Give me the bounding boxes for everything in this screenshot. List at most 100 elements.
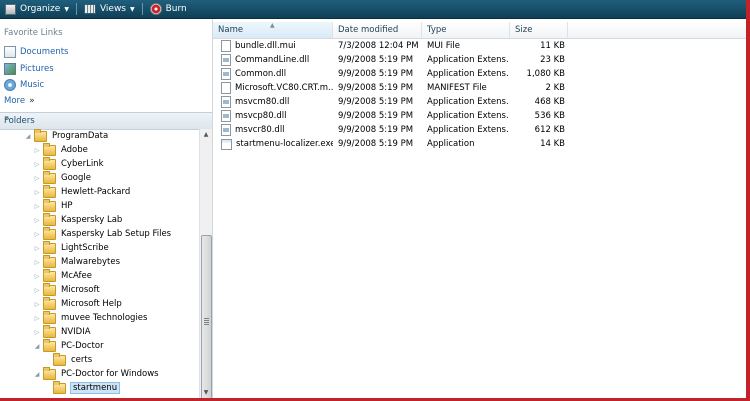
folder-icon — [43, 226, 56, 240]
column-header-date[interactable]: Date modified — [333, 22, 422, 38]
column-header-type[interactable]: Type — [422, 22, 510, 38]
application-icon — [221, 138, 232, 150]
folder-icon — [43, 268, 56, 282]
collapse-arrow-icon[interactable]: ▷ — [33, 273, 41, 280]
tree-item[interactable]: ▷ Kaspersky Lab — [33, 212, 122, 227]
folders-header[interactable]: Folders ^ — [0, 112, 212, 130]
tree-item[interactable]: ▷ CyberLink — [33, 156, 104, 171]
file-row[interactable]: Common.dll 9/9/2008 5:19 PM Application … — [213, 67, 573, 81]
navigation-pane: Favorite Links Documents Pictures Music … — [0, 19, 213, 398]
explorer-window: Organize ▼ Views ▼ Burn Favorite Links D… — [0, 0, 746, 398]
tree-item[interactable]: ▷ HP — [33, 198, 73, 213]
folder-icon — [53, 352, 66, 366]
column-header-size[interactable]: Size — [510, 22, 568, 38]
file-row[interactable]: CommandLine.dll 9/9/2008 5:19 PM Applica… — [213, 53, 573, 67]
folder-icon — [43, 184, 56, 198]
grip-icon — [204, 318, 209, 325]
dll-file-icon — [221, 54, 231, 66]
chevron-down-icon: ▼ — [130, 5, 135, 13]
pictures-icon — [4, 63, 16, 75]
collapse-arrow-icon[interactable]: ▷ — [33, 217, 41, 224]
expand-arrow-icon[interactable]: ◢ — [33, 371, 41, 378]
folder-icon — [43, 338, 56, 352]
collapse-arrow-icon[interactable]: ▷ — [33, 189, 41, 196]
tree-item[interactable]: ▷ Microsoft — [33, 282, 100, 297]
command-bar: Organize ▼ Views ▼ Burn — [0, 0, 746, 19]
folder-icon — [34, 129, 47, 142]
file-row[interactable]: startmenu-localizer.exe 9/9/2008 5:19 PM… — [213, 137, 573, 151]
burn-button[interactable]: Burn — [145, 0, 192, 18]
documents-icon — [4, 46, 16, 58]
expand-arrow-icon[interactable]: ◢ — [24, 133, 32, 140]
collapse-arrow-icon[interactable]: ▷ — [33, 315, 41, 322]
tree-item[interactable]: ◢ PC-Doctor for Windows — [33, 366, 159, 381]
views-icon — [83, 4, 96, 14]
folder-icon — [43, 156, 56, 170]
folder-icon — [43, 142, 56, 156]
folder-tree: ◢ ProgramData ▷ Adobe ▷ CyberLink ▷ Goog… — [0, 129, 198, 398]
tree-item[interactable]: ▷ muvee Technologies — [33, 310, 147, 325]
dll-file-icon — [221, 124, 231, 136]
collapse-arrow-icon[interactable]: ▷ — [33, 329, 41, 336]
tree-item[interactable]: ▷ Adobe — [33, 142, 88, 157]
toolbar-divider — [141, 3, 143, 15]
tree-item[interactable]: ▷ Microsoft Help — [33, 296, 122, 311]
music-icon — [4, 79, 16, 91]
file-row[interactable]: bundle.dll.mui 7/3/2008 12:04 PM MUI Fil… — [213, 39, 573, 53]
favorite-links-title: Favorite Links — [4, 28, 63, 38]
tree-item[interactable]: ▷ Google — [33, 170, 91, 185]
collapse-arrow-icon[interactable]: ▷ — [33, 161, 41, 168]
column-header-name[interactable]: ▲ Name — [213, 22, 333, 38]
tree-scrollbar[interactable]: ▲ ▼ — [199, 129, 212, 398]
folder-icon — [53, 380, 66, 394]
file-row[interactable]: msvcr80.dll 9/9/2008 5:19 PM Application… — [213, 123, 573, 137]
folder-icon — [43, 254, 56, 268]
tree-item[interactable]: ▷ Hewlett-Packard — [33, 184, 130, 199]
scrollbar-thumb[interactable] — [201, 235, 212, 398]
tree-item[interactable]: ◢ ProgramData — [24, 129, 108, 143]
tree-item-selected[interactable]: startmenu — [43, 380, 121, 395]
folder-icon — [43, 240, 56, 254]
favorite-link-more[interactable]: More » — [4, 96, 35, 106]
collapse-arrow-icon[interactable]: ▷ — [33, 147, 41, 154]
chevron-up-icon: ^ — [4, 116, 11, 125]
collapse-arrow-icon[interactable]: ▷ — [33, 175, 41, 182]
favorite-link-documents[interactable]: Documents — [4, 46, 68, 58]
folder-icon — [43, 282, 56, 296]
tree-item[interactable]: certs — [43, 352, 92, 367]
double-chevron-right-icon: » — [29, 96, 35, 106]
dll-file-icon — [221, 68, 231, 80]
views-button[interactable]: Views ▼ — [79, 0, 140, 18]
tree-item[interactable]: ▷ Malwarebytes — [33, 254, 120, 269]
tree-item[interactable]: ◢ PC-Doctor — [33, 338, 104, 353]
collapse-arrow-icon[interactable]: ▷ — [33, 245, 41, 252]
collapse-arrow-icon[interactable]: ▷ — [33, 259, 41, 266]
scroll-up-arrow-icon[interactable]: ▲ — [200, 129, 212, 140]
favorite-link-pictures[interactable]: Pictures — [4, 63, 54, 75]
tree-item[interactable]: ▷ LightScribe — [33, 240, 109, 255]
file-row[interactable]: msvcm80.dll 9/9/2008 5:19 PM Application… — [213, 95, 573, 109]
burn-disc-icon — [149, 3, 162, 15]
file-list: ▲ Name Date modified Type Size bundle.dl… — [213, 19, 746, 398]
collapse-arrow-icon[interactable]: ▷ — [33, 231, 41, 238]
file-icon — [221, 40, 231, 52]
organize-button[interactable]: Organize ▼ — [0, 0, 74, 18]
tree-item[interactable]: ▷ McAfee — [33, 268, 92, 283]
collapse-arrow-icon[interactable]: ▷ — [33, 301, 41, 308]
folder-icon — [43, 198, 56, 212]
folder-icon — [43, 366, 56, 380]
file-icon — [221, 82, 231, 94]
organize-icon — [5, 3, 16, 15]
expand-arrow-icon[interactable]: ◢ — [33, 343, 41, 350]
favorite-link-music[interactable]: Music — [4, 79, 44, 91]
file-row[interactable]: msvcp80.dll 9/9/2008 5:19 PM Application… — [213, 109, 573, 123]
scroll-down-arrow-icon[interactable]: ▼ — [200, 387, 212, 398]
dll-file-icon — [221, 110, 231, 122]
file-row[interactable]: Microsoft.VC80.CRT.m... 9/9/2008 5:19 PM… — [213, 81, 573, 95]
tree-item[interactable]: ▷ Kaspersky Lab Setup Files — [33, 226, 171, 241]
sort-ascending-icon: ▲ — [270, 22, 275, 29]
folder-icon — [43, 310, 56, 324]
tree-item[interactable]: ▷ NVIDIA — [33, 324, 91, 339]
collapse-arrow-icon[interactable]: ▷ — [33, 287, 41, 294]
collapse-arrow-icon[interactable]: ▷ — [33, 203, 41, 210]
